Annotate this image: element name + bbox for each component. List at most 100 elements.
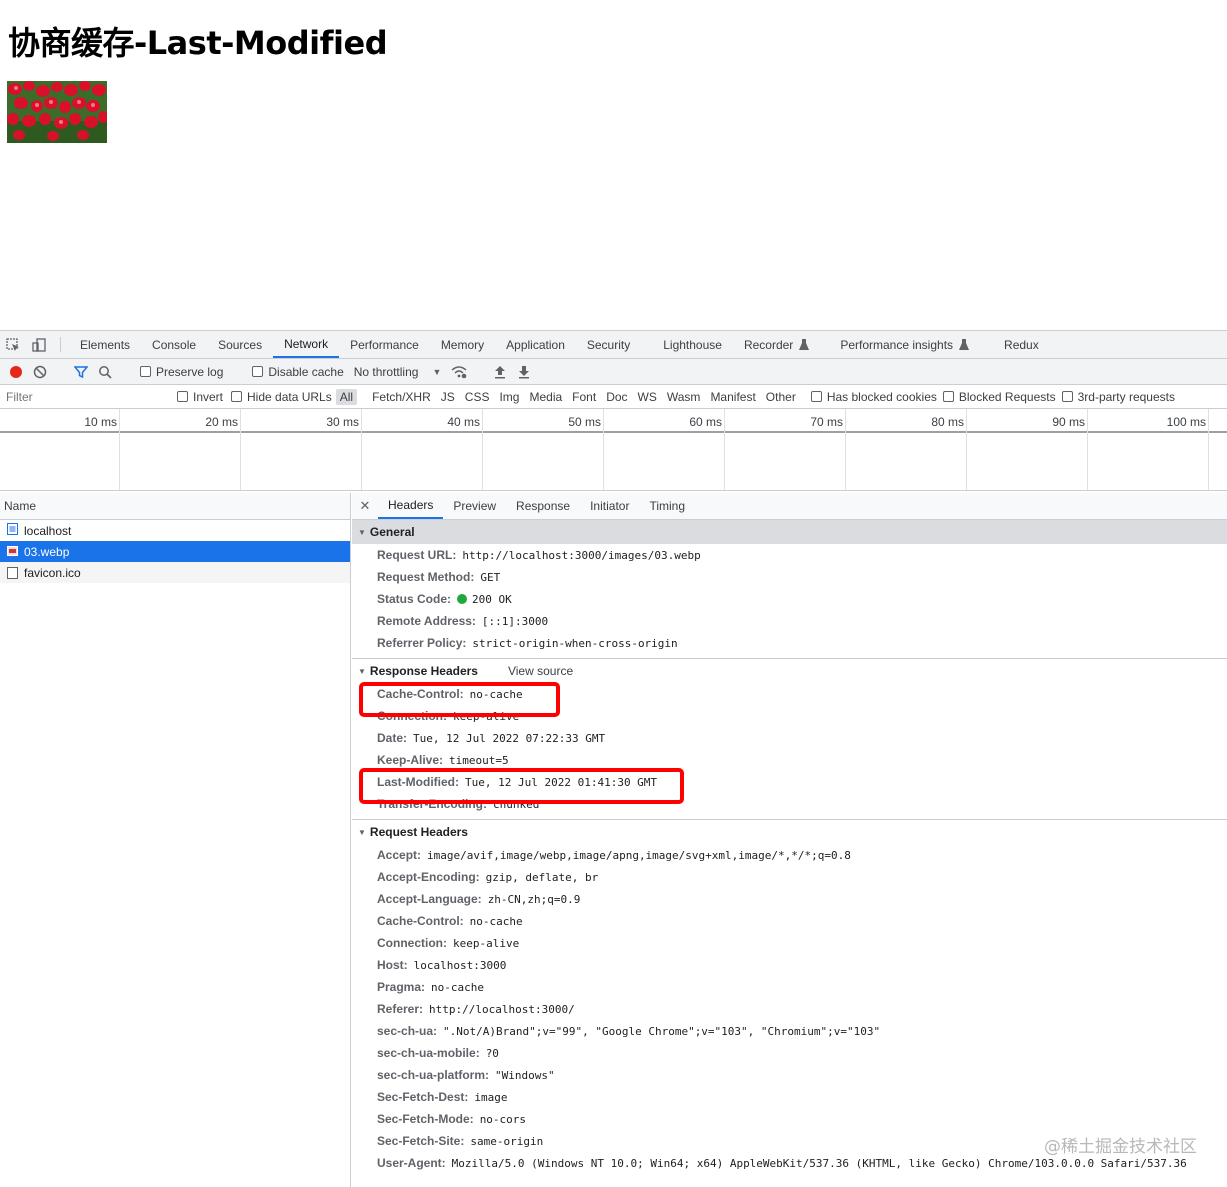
filter-input[interactable] [0,386,165,407]
header-key: Sec-Fetch-Mode: [377,1112,474,1126]
tulip-image [7,81,107,143]
request-details: ✕ Headers Preview Response Initiator Tim… [352,493,1227,1187]
record-button[interactable] [4,361,28,383]
tab-application[interactable]: Application [495,331,576,358]
filter-toggle-button[interactable] [69,361,93,383]
header-value: same-origin [470,1134,544,1148]
invert-checkbox[interactable]: Invert [177,390,223,404]
disable-cache-checkbox[interactable]: Disable cache [252,365,344,379]
checkbox-box [231,391,243,402]
status-ok-icon [457,594,468,604]
timeline-gridline [361,409,362,490]
tab-redux[interactable]: Redux [993,331,1050,358]
general-rows: Request URL: http://localhost:3000/images… [352,544,1227,654]
header-value: [::1]:3000 [481,614,549,628]
filter-type-media[interactable]: Media [525,389,566,405]
tab-elements[interactable]: Elements [69,331,141,358]
filter-type-all[interactable]: All [335,388,358,405]
hide-data-urls-checkbox[interactable]: Hide data URLs [231,390,332,404]
network-overview-timeline[interactable]: 10 ms 20 ms 30 ms 40 ms 50 ms 60 ms 70 m… [0,409,1227,491]
filter-type-wasm[interactable]: Wasm [663,389,705,405]
header-row: Connection: keep-alive [352,932,1227,954]
filter-type-ws[interactable]: WS [634,389,661,405]
network-conditions-button[interactable] [447,361,471,383]
has-blocked-cookies-checkbox[interactable]: Has blocked cookies [810,389,937,404]
triangle-down-icon: ▼ [358,666,366,676]
header-row: sec-ch-ua-mobile: ?0 [352,1042,1227,1064]
header-value: localhost:3000 [413,958,507,972]
tab-security[interactable]: Security [576,331,652,358]
header-key: Request URL: [377,548,457,562]
header-key: Sec-Fetch-Dest: [377,1090,469,1104]
filter-type-js[interactable]: JS [437,389,459,405]
tab-preview[interactable]: Preview [443,493,506,519]
timeline-tick: 70 ms [810,415,843,429]
inspect-element-icon[interactable] [0,331,26,358]
request-row-03-webp[interactable]: 03.webp [0,541,350,562]
blocked-requests-checkbox[interactable]: Blocked Requests [942,390,1056,404]
hide-data-urls-label: Hide data URLs [247,389,332,404]
tab-performance[interactable]: Performance [339,331,430,358]
response-headers-toggle[interactable]: ▼ Response Headers View source [352,659,1227,683]
tab-recorder[interactable]: Recorder [733,331,797,358]
general-section-toggle[interactable]: ▼ General [352,520,1227,544]
filter-type-manifest[interactable]: Manifest [706,389,759,405]
header-key: Status Code: [377,592,452,606]
tab-timing[interactable]: Timing [639,493,695,519]
clear-button[interactable] [28,361,52,383]
filter-type-css[interactable]: CSS [461,389,494,405]
request-row-localhost[interactable]: localhost [0,520,350,541]
timeline-gridline [845,409,846,490]
experimental-flask-icon [957,331,971,358]
request-row-favicon[interactable]: favicon.ico [0,562,350,583]
name-column-header[interactable]: Name [0,493,350,520]
timeline-gridline [724,409,725,490]
header-row: sec-ch-ua: ".Not/A)Brand";v="99", "Google… [352,1020,1227,1042]
close-details-button[interactable]: ✕ [352,493,378,519]
throttling-select[interactable]: No throttling ▼ [354,365,442,379]
clear-icon [33,365,47,378]
header-row: Sec-Fetch-Mode: no-cors [352,1108,1227,1130]
invert-label: Invert [193,389,224,404]
export-har-button[interactable] [512,361,536,383]
timeline-gridline [1087,409,1088,490]
request-headers-toggle[interactable]: ▼ Request Headers [352,820,1227,844]
filter-type-other[interactable]: Other [762,389,800,405]
filter-type-fetch-xhr[interactable]: Fetch/XHR [368,389,435,405]
view-source-link[interactable]: View source [508,664,573,678]
preserve-log-checkbox[interactable]: Preserve log [140,365,223,379]
header-key: Referrer Policy: [377,636,467,650]
tab-response[interactable]: Response [506,493,580,519]
device-toolbar-icon[interactable] [26,331,52,358]
tab-sources[interactable]: Sources [207,331,273,358]
tab-console[interactable]: Console [141,331,207,358]
filter-type-doc[interactable]: Doc [602,389,631,405]
tab-initiator[interactable]: Initiator [580,493,639,519]
third-party-requests-checkbox[interactable]: 3rd-party requests [1061,390,1175,404]
header-row: Host: localhost:3000 [352,954,1227,976]
filter-type-font[interactable]: Font [568,389,600,405]
tab-memory[interactable]: Memory [430,331,495,358]
filter-icon [74,365,88,378]
tab-network[interactable]: Network [273,331,340,358]
search-button[interactable] [93,361,117,383]
section-title: General [369,525,415,539]
header-row: Request Method: GET [352,566,1227,588]
tab-headers[interactable]: Headers [378,493,444,519]
filter-type-img[interactable]: Img [495,389,523,405]
timeline-gridline [966,409,967,490]
highlight-box-cache-control [359,682,560,717]
header-key: Referer: [377,1002,424,1016]
tab-lighthouse[interactable]: Lighthouse [652,331,733,358]
header-key: Accept-Encoding: [377,870,480,884]
header-value: timeout=5 [449,753,509,767]
search-icon [99,365,112,379]
header-key: User-Agent: [377,1156,446,1170]
file-icon [7,566,18,579]
header-key: Date: [377,731,408,745]
tab-performance-insights[interactable]: Performance insights [829,331,957,358]
highlight-box-last-modified [359,768,684,804]
import-har-button[interactable] [488,361,512,383]
header-value: zh-CN,zh;q=0.9 [487,892,581,906]
has-blocked-cookies-label: Has blocked cookies [826,389,937,404]
